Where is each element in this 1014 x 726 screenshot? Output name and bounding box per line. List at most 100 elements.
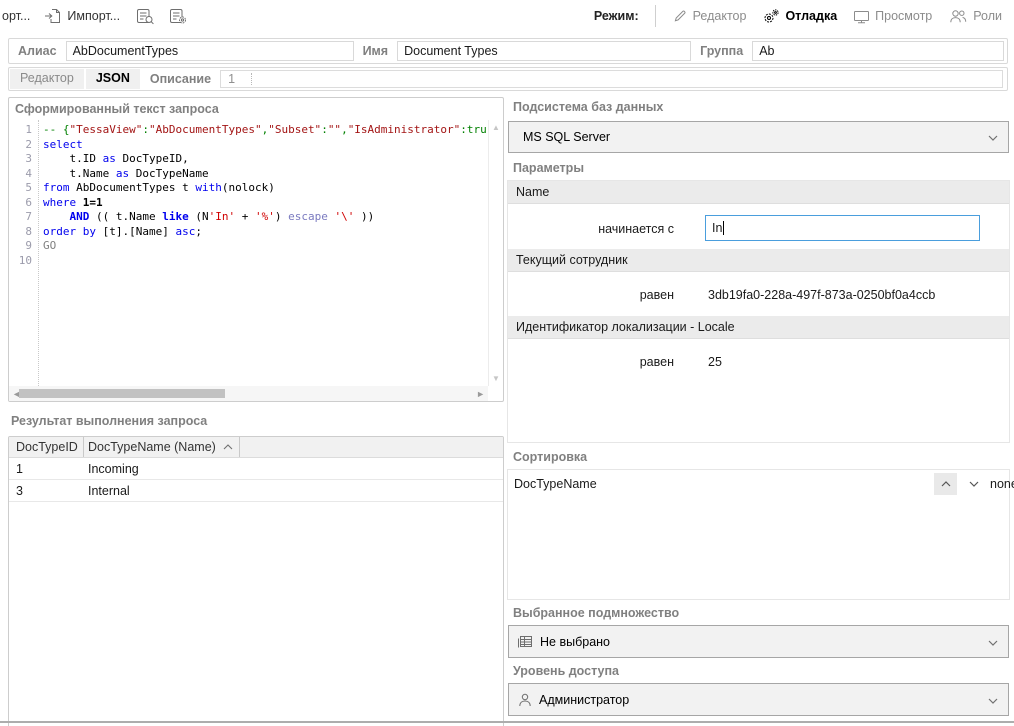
view-header-fields: Алиас AbDocumentTypes Имя Document Types… <box>8 38 1008 64</box>
table-row[interactable]: 3Internal <box>9 480 503 502</box>
name-input[interactable]: Document Types <box>397 41 691 61</box>
access-level-header: Уровень доступа <box>507 659 1010 682</box>
parameters-header: Параметры <box>507 156 1010 179</box>
vertical-scrollbar[interactable]: ▲ ▼ <box>488 120 503 386</box>
db-subsystem-header: Подсистема баз данных <box>507 95 1010 119</box>
table-row[interactable]: 1Incoming <box>9 458 503 480</box>
result-panel-title: Результат выполнения запроса <box>11 414 207 428</box>
view-query-button[interactable] <box>136 8 155 25</box>
view-settings-icon <box>169 8 188 25</box>
db-subsystem-select[interactable]: MS SQL Server <box>508 121 1009 153</box>
mode-caption: Режим: <box>594 9 639 23</box>
param-name-bar: Name <box>508 181 1009 204</box>
cell-doctypename: Internal <box>84 484 130 498</box>
code-line[interactable]: select <box>43 138 488 153</box>
description-divider <box>251 73 252 85</box>
alias-value: AbDocumentTypes <box>73 44 179 58</box>
code-line[interactable]: from AbDocumentTypes t with(nolock) <box>43 181 488 196</box>
mode-editor-button[interactable]: Редактор <box>672 8 747 24</box>
alias-label: Алиас <box>9 44 66 58</box>
name-label: Имя <box>354 44 398 58</box>
param-current-user-label: Текущий сотрудник <box>516 253 628 267</box>
group-value: Ab <box>759 44 774 58</box>
parameters-box: Name начинается с In Текущий сотрудник р… <box>507 180 1010 443</box>
description-input[interactable]: 1 <box>220 70 1003 88</box>
chevron-down-icon <box>988 635 998 649</box>
mode-debug-button[interactable]: Отладка <box>762 8 837 24</box>
sql-editor[interactable]: 12345678910 -- {"TessaView":"AbDocumentT… <box>9 120 503 386</box>
scroll-down-arrow-icon[interactable]: ▼ <box>492 374 500 383</box>
param-locale-value: 25 <box>708 355 722 369</box>
cell-doctypeid: 1 <box>9 462 84 476</box>
import-icon <box>44 8 62 24</box>
cell-doctypeid: 3 <box>9 484 84 498</box>
name-value: Document Types <box>404 44 498 58</box>
scroll-up-arrow-icon[interactable]: ▲ <box>492 123 500 132</box>
code-line[interactable]: t.ID as DocTypeID, <box>43 152 488 167</box>
gears-icon <box>762 8 780 24</box>
mode-editor-label: Редактор <box>693 9 747 23</box>
person-icon <box>517 692 533 708</box>
code-lines[interactable]: -- {"TessaView":"AbDocumentTypes","Subse… <box>39 120 488 386</box>
horizontal-scrollbar[interactable]: ◄ ► <box>9 386 488 401</box>
code-line[interactable] <box>43 254 488 269</box>
sort-up-button[interactable] <box>934 473 957 495</box>
code-line[interactable]: GO <box>43 239 488 254</box>
editor-tabs: Редактор JSON Описание 1 <box>8 67 1008 91</box>
pencil-icon <box>672 8 688 24</box>
mode-preview-label: Просмотр <box>875 9 932 23</box>
alias-input[interactable]: AbDocumentTypes <box>66 41 354 61</box>
tab-editor[interactable]: Редактор <box>10 69 84 89</box>
description-value: 1 <box>228 72 235 86</box>
param-current-user-operator: равен <box>508 288 674 302</box>
sorting-row: DocTypeName none <box>508 473 1009 497</box>
param-current-user-value: 3db19fa0-228a-497f-873a-0250bf0a4ccb <box>708 288 935 302</box>
window-bottom-edge <box>0 721 1014 723</box>
code-line[interactable]: t.Name as DocTypeName <box>43 167 488 182</box>
mode-switcher: Режим: Редактор Отладка Просмотр Роли <box>594 5 1014 27</box>
param-name-value: In <box>712 221 722 235</box>
description-label: Описание <box>141 72 220 86</box>
cell-doctypename: Incoming <box>84 462 139 476</box>
query-panel-title: Сформированный текст запроса <box>9 98 503 120</box>
column-header-doctypename[interactable]: DocTypeName (Name) <box>84 437 240 457</box>
import-button-label: Импорт... <box>67 9 120 23</box>
line-number-gutter: 12345678910 <box>9 120 39 386</box>
table-icon <box>517 634 534 649</box>
code-line[interactable]: where 1=1 <box>43 196 488 211</box>
result-table-body: 1Incoming3Internal <box>9 458 503 502</box>
code-line[interactable]: -- {"TessaView":"AbDocumentTypes","Subse… <box>43 123 488 138</box>
result-table-header: DocTypeID DocTypeName (Name) <box>9 437 503 458</box>
sort-down-button[interactable] <box>964 473 984 495</box>
param-name-value-input[interactable]: In <box>705 215 980 241</box>
subset-select[interactable]: Не выбрано <box>508 625 1009 658</box>
mode-preview-button[interactable]: Просмотр <box>853 9 932 24</box>
param-current-user-bar: Текущий сотрудник <box>508 249 1009 272</box>
column-header-doctypeid[interactable]: DocTypeID <box>9 437 84 457</box>
sorting-box: DocTypeName none <box>507 469 1010 600</box>
chevron-down-icon <box>988 130 998 144</box>
view-query-icon <box>136 8 155 25</box>
query-panel: Сформированный текст запроса 12345678910… <box>8 97 504 402</box>
group-input[interactable]: Ab <box>752 41 1004 61</box>
code-line[interactable]: order by [t].[Name] asc; <box>43 225 488 240</box>
mode-roles-button[interactable]: Роли <box>948 8 1002 24</box>
scroll-right-arrow-icon[interactable]: ► <box>476 389 485 399</box>
horizontal-scrollbar-thumb[interactable] <box>19 389 225 398</box>
param-locale-bar: Идентификатор локализации - Locale <box>508 316 1009 339</box>
group-label: Группа <box>691 44 752 58</box>
db-subsystem-value: MS SQL Server <box>509 130 610 144</box>
mode-roles-label: Роли <box>973 9 1002 23</box>
chevron-down-icon <box>988 693 998 707</box>
code-line[interactable]: AND (( t.Name like (N'In' + '%') escape … <box>43 210 488 225</box>
toolbar: орт... Импорт... Режим: Редактор Отладка <box>0 0 1014 32</box>
mode-divider <box>655 5 656 27</box>
param-name-operator: начинается с <box>508 222 674 236</box>
view-settings-button[interactable] <box>169 8 188 25</box>
sort-ascending-icon <box>223 444 233 450</box>
import-button[interactable]: Импорт... <box>44 8 120 24</box>
column-header-doctypename-label: DocTypeName (Name) <box>88 440 216 454</box>
tab-json[interactable]: JSON <box>86 69 140 89</box>
access-level-select[interactable]: Администратор <box>508 683 1009 716</box>
export-button[interactable]: орт... <box>2 9 30 23</box>
